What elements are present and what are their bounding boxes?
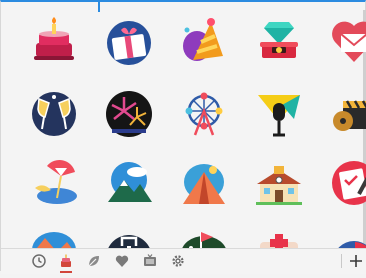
sticker-category-bar (1, 248, 366, 274)
celebration-cake-icon (61, 254, 71, 267)
tab-nature[interactable] (86, 253, 102, 269)
bar-divider (341, 254, 342, 268)
love-letter-sticker[interactable] (329, 16, 366, 66)
tab-love[interactable] (114, 253, 130, 269)
sticker-panel (0, 0, 366, 274)
birthday-cake-icon (34, 17, 74, 60)
text-cursor (98, 2, 100, 12)
schoolhouse-sticker[interactable] (254, 158, 304, 208)
microphone-icon (258, 95, 300, 137)
film-clapperboard-icon (333, 100, 366, 131)
ferris-wheel-sticker[interactable] (179, 89, 229, 139)
diamond-ring-box-sticker[interactable] (254, 16, 304, 66)
film-clapperboard-sticker[interactable] (329, 89, 366, 139)
pencil-checklist-icon (332, 161, 366, 205)
tab-recent[interactable] (31, 253, 47, 269)
gift-box-icon (107, 21, 151, 65)
mountain-cloud-sticker[interactable] (104, 158, 154, 208)
camping-tent-icon (183, 164, 225, 204)
recent-clock-icon (32, 254, 46, 268)
camping-tent-sticker[interactable] (179, 158, 229, 208)
love-letter-icon (332, 21, 366, 62)
diamond-ring-box-icon (260, 22, 298, 58)
heart-icon (115, 255, 129, 267)
pencil-checklist-sticker[interactable] (329, 158, 366, 208)
gift-box-sticker[interactable] (104, 16, 154, 66)
fireworks-sticker[interactable] (104, 89, 154, 139)
beach-umbrella-icon (35, 159, 77, 204)
ferris-wheel-icon (185, 92, 223, 136)
fireworks-icon (106, 91, 152, 137)
champagne-toast-sticker[interactable] (29, 89, 79, 139)
mountain-cloud-icon (108, 162, 152, 202)
add-sticker-pack-button[interactable] (347, 252, 365, 270)
gear-icon (172, 255, 184, 267)
leaf-icon (88, 256, 99, 267)
party-hat-sticker[interactable] (179, 16, 229, 66)
plus-icon (350, 255, 362, 267)
microphone-sticker[interactable] (254, 89, 304, 139)
birthday-cake-sticker[interactable] (29, 16, 79, 66)
tab-entertainment[interactable] (142, 253, 158, 269)
champagne-toast-icon (32, 92, 76, 136)
tab-settings[interactable] (170, 253, 186, 269)
beach-umbrella-sticker[interactable] (29, 158, 79, 208)
schoolhouse-icon (256, 166, 302, 205)
tv-icon (144, 254, 156, 266)
party-hat-icon (183, 18, 223, 61)
tab-celebration[interactable] (58, 253, 74, 273)
